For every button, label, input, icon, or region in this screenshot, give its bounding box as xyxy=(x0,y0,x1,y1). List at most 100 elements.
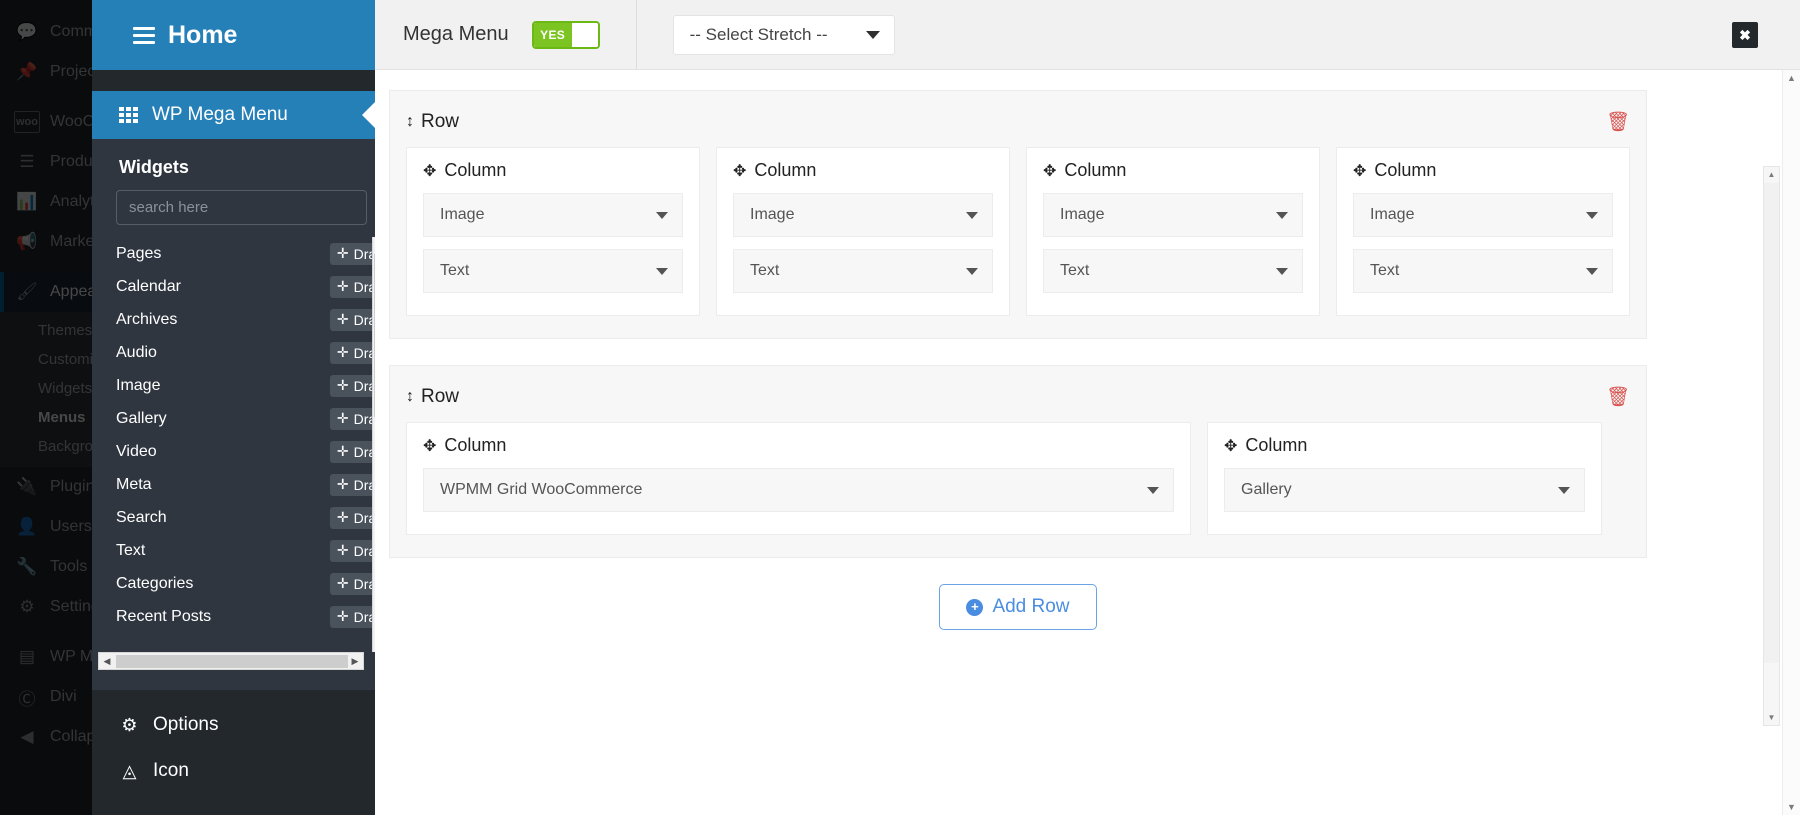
scroll-down-icon[interactable]: ▼ xyxy=(1783,799,1800,815)
widget-select[interactable]: Image xyxy=(423,193,683,237)
widget-list-item[interactable]: Image ✛Drag xyxy=(116,369,375,402)
column-label-text: Column xyxy=(444,160,507,180)
widget-drag-handle[interactable]: ✛Drag xyxy=(329,605,375,628)
row-columns: ✥ Column WPMM Grid WooCommerce ✥ Column … xyxy=(406,422,1630,535)
mega-menu-toggle[interactable]: YES xyxy=(531,20,600,49)
widget-select[interactable]: Text xyxy=(1043,249,1303,293)
column-title[interactable]: ✥ Column xyxy=(423,160,683,181)
column-title[interactable]: ✥ Column xyxy=(733,160,993,181)
widget-drag-handle[interactable]: ✛Drag xyxy=(329,539,375,562)
scroll-up-icon[interactable]: ▲ xyxy=(1783,70,1800,86)
widget-drag-handle[interactable]: ✛Drag xyxy=(329,341,375,364)
widget-drag-handle[interactable]: ✛Drag xyxy=(329,407,375,430)
widget-list-horizontal-scrollbar[interactable]: ◀ ▶ xyxy=(98,652,364,670)
move-icon: ✛ xyxy=(336,344,349,360)
move-icon: ✛ xyxy=(336,410,349,426)
widget-list-item-label: Pages xyxy=(116,244,162,262)
chevron-down-icon xyxy=(966,267,978,275)
widget-select[interactable]: Image xyxy=(1353,193,1613,237)
column-title[interactable]: ✥ Column xyxy=(1224,435,1585,456)
chevron-down-icon xyxy=(865,30,880,39)
delete-row-button[interactable]: 🗑 xyxy=(1606,110,1630,134)
scroll-right-icon[interactable]: ▶ xyxy=(347,653,363,669)
builder-column: ✥ Column Image Text xyxy=(406,147,700,316)
widget-list-item[interactable]: Search ✛Drag xyxy=(116,501,375,534)
widget-drag-handle[interactable]: ✛Drag xyxy=(329,275,375,298)
widget-select[interactable]: Text xyxy=(733,249,993,293)
sort-vertical-icon[interactable]: ↕ xyxy=(406,389,414,405)
builder-content-scrollbar[interactable]: ▲ ▼ xyxy=(1763,166,1780,726)
widget-list-item[interactable]: Meta ✛Drag xyxy=(116,468,375,501)
widget-drag-handle[interactable]: ✛Drag xyxy=(329,572,375,595)
sidebar-divider xyxy=(92,70,375,91)
widget-list-item[interactable]: Calendar ✛Drag xyxy=(116,270,375,303)
widget-drag-handle[interactable]: ✛Drag xyxy=(329,440,375,463)
row-columns: ✥ Column Image Text ✥ Column Image Text … xyxy=(406,147,1630,316)
widget-list-item[interactable]: Pages ✛Drag xyxy=(116,237,375,270)
widget-drag-handle[interactable]: ✛Drag xyxy=(329,242,375,265)
column-label-text: Column xyxy=(444,435,507,455)
widget-select[interactable]: WPMM Grid WooCommerce xyxy=(423,468,1174,512)
stretch-select[interactable]: -- Select Stretch -- xyxy=(672,14,895,55)
close-button[interactable]: ✖ xyxy=(1732,22,1758,48)
widget-list-item-label: Audio xyxy=(116,343,157,361)
column-label-text: Column xyxy=(1374,160,1437,180)
mega-menu-label: Mega Menu xyxy=(403,23,509,45)
move-icon[interactable]: ✥ xyxy=(423,436,436,456)
delete-row-button[interactable]: 🗑 xyxy=(1606,385,1630,409)
widget-drag-handle[interactable]: ✛Drag xyxy=(329,308,375,331)
widget-list-item[interactable]: Video ✛Drag xyxy=(116,435,375,468)
sidebar-item-options[interactable]: ⚙ Options xyxy=(92,702,375,748)
rows-container: ↕ Row 🗑 ✥ Column Image Text ✥ Column Ima… xyxy=(389,90,1647,630)
modal-scrollbar[interactable]: ▲ ▼ xyxy=(1782,70,1800,815)
builder-column: ✥ Column Gallery xyxy=(1207,422,1602,535)
row-title[interactable]: ↕ Row xyxy=(406,111,459,133)
move-icon[interactable]: ✥ xyxy=(1353,161,1366,181)
chevron-down-icon xyxy=(1586,211,1598,219)
scrollbar-thumb[interactable] xyxy=(1764,183,1779,663)
move-icon[interactable]: ✥ xyxy=(1224,436,1237,456)
widget-select[interactable]: Image xyxy=(1043,193,1303,237)
column-title[interactable]: ✥ Column xyxy=(423,435,1174,456)
widget-list-item[interactable]: Text ✛Drag xyxy=(116,534,375,567)
widget-select[interactable]: Gallery xyxy=(1224,468,1585,512)
column-title[interactable]: ✥ Column xyxy=(1043,160,1303,181)
row-title[interactable]: ↕ Row xyxy=(406,386,459,408)
widget-select[interactable]: Text xyxy=(1353,249,1613,293)
sort-vertical-icon[interactable]: ↕ xyxy=(406,114,414,130)
builder-column: ✥ Column Image Text xyxy=(716,147,1010,316)
widget-select-value: Text xyxy=(750,262,780,279)
widget-drag-handle[interactable]: ✛Drag xyxy=(329,473,375,496)
scroll-up-icon[interactable]: ▲ xyxy=(1764,167,1779,182)
add-row-button[interactable]: + Add Row xyxy=(939,584,1097,630)
scrollbar-thumb-horizontal[interactable] xyxy=(116,655,348,668)
grid-icon xyxy=(119,107,138,123)
widget-drag-handle[interactable]: ✛Drag xyxy=(329,506,375,529)
widget-list-item[interactable]: Archives ✛Drag xyxy=(116,303,375,336)
move-icon[interactable]: ✥ xyxy=(423,161,436,181)
row-label-text: Row xyxy=(421,111,460,132)
widget-select-value: Image xyxy=(1370,206,1415,223)
widget-select[interactable]: Image xyxy=(733,193,993,237)
search-input[interactable] xyxy=(116,190,367,225)
move-icon[interactable]: ✥ xyxy=(1043,161,1056,181)
builder-main: Mega Menu YES -- Select Stretch -- ✖ ↕ R… xyxy=(375,0,1800,815)
sidebar-item-wp-mega-menu-active[interactable]: WP Mega Menu xyxy=(92,91,375,139)
gear-icon: ⚙ xyxy=(121,714,138,735)
move-icon[interactable]: ✥ xyxy=(733,161,746,181)
widget-list-item[interactable]: Recent Posts ✛Drag xyxy=(116,600,375,633)
sidebar-home-header[interactable]: Home xyxy=(92,0,375,70)
column-title[interactable]: ✥ Column xyxy=(1353,160,1613,181)
widget-list-item[interactable]: Gallery ✛Drag xyxy=(116,402,375,435)
row-header: ↕ Row 🗑 xyxy=(406,105,1630,139)
widget-list-item[interactable]: Categories ✛Drag xyxy=(116,567,375,600)
scroll-down-icon[interactable]: ▼ xyxy=(1764,710,1779,725)
sidebar-item-icon[interactable]: ◬ Icon xyxy=(92,748,375,794)
row-header: ↕ Row 🗑 xyxy=(406,380,1630,414)
widget-list-item[interactable]: Audio ✛Drag xyxy=(116,336,375,369)
widget-drag-handle[interactable]: ✛Drag xyxy=(329,374,375,397)
scroll-left-icon[interactable]: ◀ xyxy=(99,653,115,669)
widget-select[interactable]: Text xyxy=(423,249,683,293)
widget-list-item-label: Meta xyxy=(116,475,152,493)
move-icon: ✛ xyxy=(336,278,349,294)
